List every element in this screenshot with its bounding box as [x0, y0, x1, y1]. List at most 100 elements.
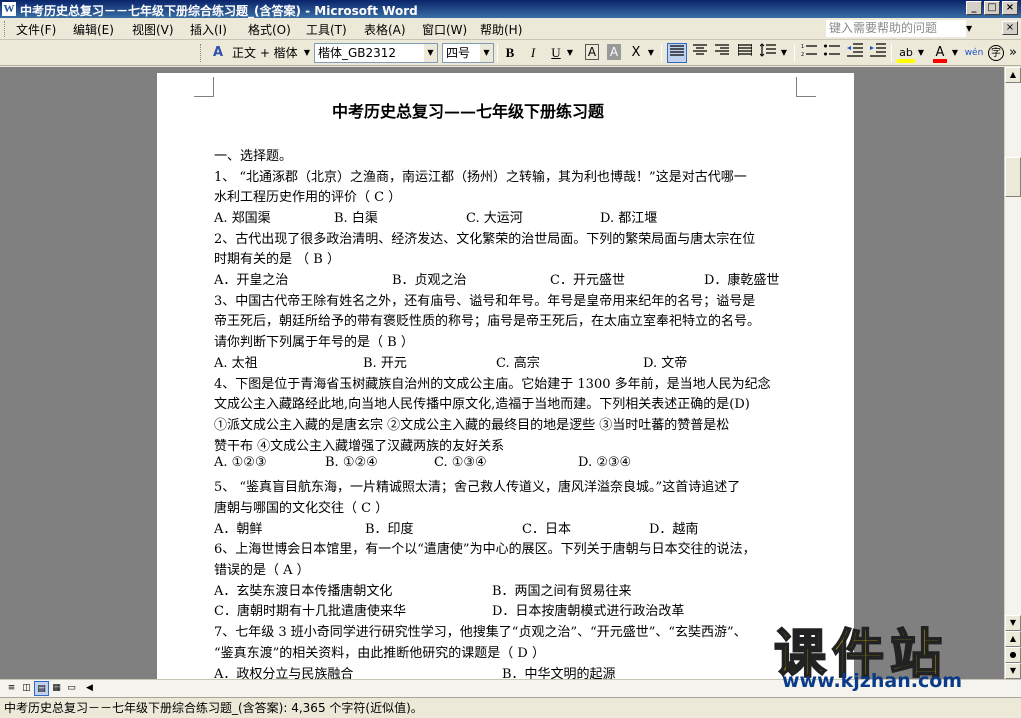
crop-mark-top-left: [194, 77, 214, 97]
toolbar-options-button[interactable]: »: [1006, 43, 1020, 63]
bullets-button[interactable]: [822, 43, 842, 63]
chevron-down-icon[interactable]: ▼: [565, 43, 575, 63]
option-q4-c: C. ①③④: [434, 455, 487, 470]
chevron-down-icon[interactable]: ▼: [424, 44, 437, 62]
option-q3-a: A. 太祖: [214, 356, 258, 371]
distributed-align-icon: [737, 44, 753, 56]
toolbar-separator: [497, 44, 498, 62]
option-q1-d: D. 都江堰: [600, 211, 658, 226]
distributed-align-button[interactable]: [735, 43, 755, 63]
document-page[interactable]: 中考历史总复习——七年级下册练习题 一、选择题。 1、 “北通涿郡（北京）之渔商…: [157, 73, 854, 679]
prev-page-button[interactable]: ▲: [1005, 631, 1021, 647]
increase-indent-button[interactable]: [868, 43, 888, 63]
word-app-icon[interactable]: W: [2, 2, 16, 16]
font-color-button[interactable]: A: [930, 43, 950, 63]
doc-line: 6、上海世博会日本馆里，有一个以“遣唐使”为中心的展区。下列关于唐朝与日本交往的…: [214, 542, 756, 557]
decrease-indent-button[interactable]: [845, 43, 865, 63]
menu-help[interactable]: 帮助(H): [480, 21, 522, 38]
numbering-icon: 12: [801, 44, 817, 58]
menubar-grip[interactable]: [4, 21, 7, 37]
menu-table[interactable]: 表格(A): [364, 21, 406, 38]
increase-indent-icon: [870, 43, 886, 57]
document-area[interactable]: 中考历史总复习——七年级下册练习题 一、选择题。 1、 “北通涿郡（北京）之渔商…: [0, 67, 1004, 679]
doc-line: 唐朝与哪国的文化交往（ C ）: [214, 501, 389, 516]
option-q6-d: D．日本按唐朝模式进行政治改革: [492, 604, 685, 619]
select-browse-object-button[interactable]: ●: [1005, 647, 1021, 663]
numbering-button[interactable]: 12: [799, 43, 819, 63]
bold-button[interactable]: B: [500, 43, 520, 63]
styles-pane-icon[interactable]: A: [208, 43, 228, 63]
font-combo[interactable]: 楷体_GB2312 ▼: [314, 43, 438, 63]
scroll-thumb[interactable]: [1005, 157, 1021, 197]
menu-tools[interactable]: 工具(T): [306, 21, 347, 38]
menu-window[interactable]: 窗口(W): [422, 21, 467, 38]
chevron-down-icon[interactable]: ▼: [480, 44, 493, 62]
underline-button[interactable]: U: [546, 43, 566, 63]
doc-line: 4、下图是位于青海省玉树藏族自治州的文成公主庙。它始建于 1300 多年前，是当…: [214, 377, 771, 392]
chevron-down-icon[interactable]: ▼: [304, 43, 310, 63]
font-size-value: 四号: [446, 46, 471, 60]
option-q3-d: D. 文帝: [643, 356, 688, 371]
scroll-down-button[interactable]: ▼: [1005, 615, 1021, 631]
line-spacing-button[interactable]: [758, 43, 778, 63]
doc-close-button[interactable]: ×: [1002, 21, 1018, 35]
reading-view-button[interactable]: ▭: [64, 681, 79, 696]
web-view-button[interactable]: ◫: [19, 681, 34, 696]
toolbar-separator: [794, 44, 795, 62]
highlight-button[interactable]: ab: [896, 43, 916, 63]
print-view-button[interactable]: ▤: [34, 681, 49, 696]
phonetic-guide-button[interactable]: wén: [964, 43, 984, 63]
watermark-url: www.kjzhan.com: [782, 670, 963, 692]
align-right-button[interactable]: [712, 43, 732, 63]
char-shading-button[interactable]: A: [604, 43, 624, 63]
decrease-indent-icon: [847, 43, 863, 57]
chevron-down-icon[interactable]: ▼: [950, 43, 960, 63]
doc-line: “鉴真东渡”的相关资料，由此推断他研究的课题是（ D ）: [214, 646, 545, 661]
help-search-input[interactable]: 键入需要帮助的问题: [826, 20, 966, 37]
option-q4-a: A. ①②③: [214, 455, 267, 470]
menu-view[interactable]: 视图(V): [132, 21, 174, 38]
char-scale-button[interactable]: X: [626, 43, 646, 63]
close-button[interactable]: ×: [1002, 1, 1018, 15]
window-title: 中考历史总复习－－七年级下册综合练习题_(含答案) - Microsoft Wo…: [20, 4, 418, 18]
option-q2-b: B．贞观之治: [392, 273, 467, 288]
italic-button[interactable]: I: [523, 43, 543, 63]
doc-line: 1、 “北通涿郡（北京）之渔商，南运江都（扬州）之转输，其为利也博哉！”这是对古…: [214, 170, 747, 185]
doc-line: 帝王死后，朝廷所给予的带有褒贬性质的称号；庙号是帝王死后，在太庙立室奉祀特立的名…: [214, 314, 761, 329]
font-size-combo[interactable]: 四号 ▼: [442, 43, 494, 63]
doc-line: 错误的是（ A ）: [214, 563, 310, 578]
normal-view-button[interactable]: ≡: [4, 681, 19, 696]
option-q3-b: B. 开元: [363, 356, 407, 371]
vertical-scrollbar[interactable]: ▲ ▼ ▲ ● ▼: [1004, 67, 1021, 679]
help-dropdown-icon[interactable]: ▼: [966, 20, 976, 37]
option-q5-c: C．日本: [522, 522, 571, 537]
char-border-button[interactable]: A: [582, 43, 602, 63]
highlight-icon: ab: [897, 47, 915, 63]
menu-file[interactable]: 文件(F): [16, 21, 56, 38]
chevron-down-icon[interactable]: ▼: [916, 43, 926, 63]
next-page-button[interactable]: ▼: [1005, 663, 1021, 679]
outline-view-button[interactable]: ▦: [49, 681, 64, 696]
menu-edit[interactable]: 编辑(E): [73, 21, 114, 38]
minimize-button[interactable]: _: [966, 1, 982, 15]
status-bar: 中考历史总复习－－七年级下册综合练习题_(含答案): 4,365 个字符(近似值…: [0, 697, 1021, 718]
toolbar-separator: [891, 44, 892, 62]
style-combo[interactable]: 正文 + 楷体 ▼: [232, 43, 310, 63]
option-q4-b: B. ①②④: [325, 455, 378, 470]
maximize-button[interactable]: □: [984, 1, 1000, 15]
menu-insert[interactable]: 插入(I): [190, 21, 227, 38]
char-border-icon: A: [585, 44, 599, 60]
chevron-down-icon[interactable]: ▼: [779, 43, 789, 63]
scroll-up-button[interactable]: ▲: [1005, 67, 1021, 83]
enclose-char-button[interactable]: 字: [986, 43, 1006, 63]
menu-format[interactable]: 格式(O): [248, 21, 291, 38]
align-center-button[interactable]: [690, 43, 710, 63]
option-q5-d: D．越南: [649, 522, 699, 537]
scroll-left-button[interactable]: ◀: [82, 681, 97, 696]
toolbar-grip[interactable]: [200, 44, 203, 62]
chevron-down-icon[interactable]: ▼: [646, 43, 656, 63]
char-shading-icon: A: [607, 44, 621, 60]
align-justify-button[interactable]: [667, 43, 687, 63]
doc-line: 7、七年级 3 班小奇同学进行研究性学习，他搜集了“贞观之治”、“开元盛世”、“…: [214, 625, 747, 640]
title-bar[interactable]: W 中考历史总复习－－七年级下册综合练习题_(含答案) - Microsoft …: [0, 0, 1021, 18]
